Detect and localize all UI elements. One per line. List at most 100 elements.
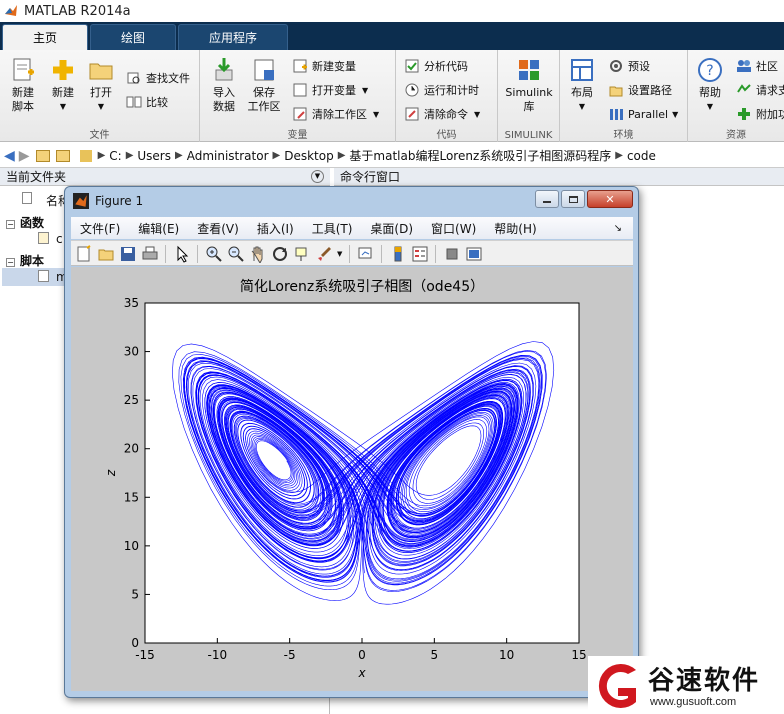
chevron-down-icon[interactable]: ▼ bbox=[337, 250, 342, 258]
matlab-logo-icon bbox=[73, 193, 89, 209]
clear-workspace-icon bbox=[293, 107, 307, 121]
request-support-button[interactable]: 请求支 bbox=[736, 80, 784, 100]
new-variable-button[interactable]: 新建变量 bbox=[292, 56, 356, 76]
menu-edit[interactable]: 编辑(E) bbox=[138, 220, 179, 237]
menu-insert[interactable]: 插入(I) bbox=[257, 220, 294, 237]
clear-commands-label: 清除命令 bbox=[424, 108, 468, 121]
save-workspace-icon bbox=[254, 59, 274, 81]
colorbar-icon[interactable] bbox=[389, 245, 407, 263]
new-figure-icon[interactable] bbox=[75, 245, 93, 263]
browse-folder-icon[interactable] bbox=[55, 149, 70, 162]
layout-button[interactable]: 布局 ▼ bbox=[566, 56, 598, 114]
path-segment[interactable]: Desktop bbox=[284, 149, 334, 163]
clear-commands-button[interactable]: 清除命令 ▼ bbox=[404, 104, 480, 124]
addons-label: 附加功 bbox=[756, 108, 784, 121]
parallel-button[interactable]: Parallel ▼ bbox=[608, 104, 678, 124]
y-tick-label: 15 bbox=[124, 490, 139, 504]
compare-button[interactable]: 比较 bbox=[126, 92, 168, 112]
tab-apps[interactable]: 应用程序 bbox=[178, 24, 289, 50]
community-button[interactable]: 社区 bbox=[736, 56, 778, 76]
x-tick-label: 15 bbox=[571, 648, 586, 662]
group-functions[interactable]: 函数 bbox=[20, 214, 44, 231]
pointer-icon[interactable] bbox=[173, 245, 191, 263]
menu-file[interactable]: 文件(F) bbox=[80, 220, 120, 237]
current-folder-title: 当前文件夹 bbox=[6, 170, 67, 184]
minimize-button[interactable] bbox=[535, 190, 559, 208]
path-segment[interactable]: Administrator bbox=[187, 149, 269, 163]
menu-desktop[interactable]: 桌面(D) bbox=[370, 220, 413, 237]
dock-arrow-icon[interactable]: ↘ bbox=[614, 223, 622, 234]
new-script-button[interactable]: 新建 脚本 bbox=[6, 56, 40, 114]
clear-workspace-button[interactable]: 清除工作区 ▼ bbox=[292, 104, 379, 124]
find-files-icon bbox=[127, 72, 140, 84]
chevron-down-icon: ▼ bbox=[373, 109, 380, 119]
open-button[interactable]: 打开 ▼ bbox=[86, 56, 116, 114]
pan-hand-icon[interactable] bbox=[249, 245, 267, 263]
chevron-down-icon: ▼ bbox=[59, 102, 67, 111]
preferences-button[interactable]: 预设 bbox=[608, 56, 650, 76]
new-script-label: 新建 脚本 bbox=[12, 86, 34, 113]
maximize-button[interactable] bbox=[561, 190, 585, 208]
new-button[interactable]: 新建 ▼ bbox=[48, 56, 78, 114]
zoom-out-icon[interactable] bbox=[227, 245, 245, 263]
link-plot-icon[interactable] bbox=[357, 245, 375, 263]
chevron-down-icon: ▼ bbox=[672, 109, 679, 119]
print-icon[interactable] bbox=[141, 245, 159, 263]
import-data-button[interactable]: 导入 数据 bbox=[208, 56, 240, 114]
menu-view[interactable]: 查看(V) bbox=[197, 220, 239, 237]
path-segment[interactable]: C: bbox=[109, 149, 121, 163]
root-folder-icon bbox=[79, 149, 92, 162]
back-icon[interactable]: ◀ bbox=[4, 148, 15, 164]
x-axis-label: x bbox=[357, 666, 366, 680]
x-tick-label: -15 bbox=[135, 648, 155, 662]
simulink-library-button[interactable]: Simulink 库 bbox=[504, 56, 554, 114]
x-tick-label: 5 bbox=[431, 648, 439, 662]
tab-plots[interactable]: 绘图 bbox=[90, 24, 177, 50]
new-variable-label: 新建变量 bbox=[312, 60, 356, 73]
path-segment[interactable]: 基于matlab编程Lorenz系统吸引子相图源码程序 bbox=[349, 147, 611, 164]
run-and-time-button[interactable]: 运行和计时 bbox=[404, 80, 479, 100]
up-folder-icon[interactable] bbox=[35, 149, 50, 162]
y-tick-label: 30 bbox=[124, 345, 139, 359]
addons-button[interactable]: 附加功 bbox=[736, 104, 784, 124]
rotate-3d-icon[interactable] bbox=[271, 245, 289, 263]
panel-menu-icon[interactable]: ▼ bbox=[311, 170, 324, 183]
hide-plot-tools-icon[interactable] bbox=[443, 245, 461, 263]
set-path-button[interactable]: 设置路径 bbox=[608, 80, 672, 100]
zoom-in-icon[interactable] bbox=[205, 245, 223, 263]
find-files-button[interactable]: 查找文件 bbox=[126, 68, 190, 88]
open-variable-button[interactable]: 打开变量 ▼ bbox=[292, 80, 368, 100]
attractor-plot[interactable]: -15 -10 -5 0 5 10 15 0 5 10 15 20 25 30 35 简化Lorenz系统… bbox=[71, 267, 633, 691]
y-tick-label: 0 bbox=[131, 636, 139, 650]
legend-icon[interactable] bbox=[411, 245, 429, 263]
path-segment[interactable]: Users bbox=[137, 149, 171, 163]
function-file-item[interactable]: c bbox=[56, 232, 63, 246]
brush-icon[interactable] bbox=[315, 245, 333, 263]
analyze-code-button[interactable]: 分析代码 bbox=[404, 56, 468, 76]
chevron-down-icon: ▼ bbox=[97, 102, 105, 111]
menu-tools[interactable]: 工具(T) bbox=[312, 220, 353, 237]
data-cursor-icon[interactable] bbox=[293, 245, 311, 263]
forward-icon[interactable]: ▶ bbox=[19, 148, 30, 164]
help-button[interactable]: ? 帮助 ▼ bbox=[694, 56, 726, 114]
open-label: 打开 bbox=[90, 86, 112, 99]
path-separator-icon: ▶ bbox=[125, 150, 134, 161]
open-file-icon[interactable] bbox=[97, 245, 115, 263]
code-group: 分析代码 运行和计时 清除命令 ▼ 代码 bbox=[396, 50, 498, 142]
close-button[interactable]: ✕ bbox=[587, 190, 633, 208]
watermark-url: www.gusuoft.com bbox=[650, 696, 737, 708]
menu-window[interactable]: 窗口(W) bbox=[431, 220, 476, 237]
save-workspace-button[interactable]: 保存 工作区 bbox=[246, 56, 282, 114]
path-separator-icon: ▶ bbox=[337, 150, 346, 161]
path-segment[interactable]: code bbox=[627, 149, 656, 163]
collapse-icon[interactable]: − bbox=[6, 254, 15, 268]
help-label: 帮助 bbox=[699, 86, 721, 99]
show-plot-tools-icon[interactable] bbox=[465, 245, 483, 263]
toolbar-divider bbox=[435, 245, 436, 263]
compare-icon bbox=[126, 96, 142, 108]
menu-help[interactable]: 帮助(H) bbox=[494, 220, 536, 237]
collapse-icon[interactable]: − bbox=[6, 216, 15, 230]
group-scripts[interactable]: 脚本 bbox=[20, 252, 44, 269]
tab-home[interactable]: 主页 bbox=[2, 24, 89, 50]
save-icon[interactable] bbox=[119, 245, 137, 263]
